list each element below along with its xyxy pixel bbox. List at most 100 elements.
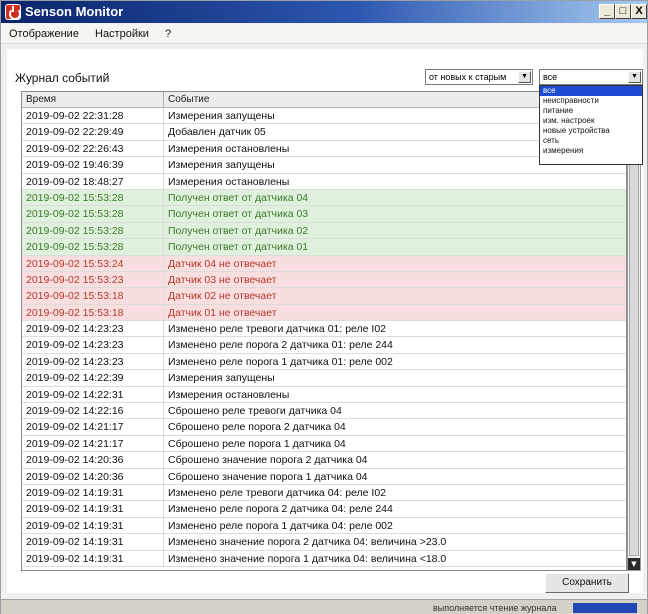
table-row[interactable]: 2019-09-02 14:22:31 Измерения остановлены [22, 386, 626, 404]
status-text: выполняется чтение журнала [433, 603, 557, 613]
filter-option[interactable]: новые устройства [540, 126, 642, 136]
menu-display[interactable]: Отображение [9, 28, 79, 40]
cell-divider [163, 419, 164, 435]
table-row[interactable]: 2019-09-02 14:19:31 Изменено реле порога … [22, 501, 626, 518]
filter-dropdown-list: все неисправности питание изм. настроек новы… [539, 85, 643, 165]
table-row[interactable]: 2019-09-02 14:23:23 Изменено реле порога … [22, 337, 626, 354]
cell-divider [163, 353, 164, 370]
cell-event: Добавлен датчик 05 [168, 126, 266, 139]
cell-time: 2019-09-02 14:19:31 [26, 519, 124, 532]
cell-time: 2019-09-02 14:21:17 [26, 437, 124, 450]
cell-divider [163, 140, 164, 157]
table-row[interactable]: 2019-09-02 14:19:31 Изменено реле порога … [22, 517, 626, 535]
table-row[interactable]: 2019-09-02 14:20:36 Сброшено значение пор… [22, 452, 626, 469]
table-row[interactable]: 2019-09-02 14:22:16 Сброшено реле тревоги… [22, 403, 626, 420]
cell-time: 2019-09-02 15:53:24 [26, 257, 124, 270]
cell-event: Сброшено значение порога 2 датчика 04 [168, 454, 368, 467]
cell-divider [163, 173, 164, 189]
cell-event: Измерения остановлены [168, 175, 290, 188]
cell-event: Получен ответ от датчика 03 [168, 208, 309, 221]
cell-event: Получен ответ от датчика 04 [168, 191, 309, 204]
progress-bar [573, 603, 637, 613]
table-row[interactable]: 2019-09-02 15:53:28 Получен ответ от датч… [22, 222, 626, 240]
maximize-button[interactable]: □ [615, 4, 631, 19]
cell-time: 2019-09-02 14:20:36 [26, 454, 124, 467]
filter-select[interactable]: все ▼ [539, 69, 643, 85]
cell-event: Датчик 03 не отвечает [168, 273, 277, 286]
column-header-time[interactable]: Время [26, 94, 56, 105]
cell-divider [163, 108, 164, 124]
cell-divider [163, 255, 164, 271]
cell-divider [163, 386, 164, 403]
title-bar[interactable]: Senson Monitor _ □ X [1, 1, 647, 23]
table-row[interactable]: 2019-09-02 18:48:27 Измерения остановлены [22, 173, 626, 190]
table-row[interactable]: 2019-09-02 14:19:31 Изменено значение пор… [22, 534, 626, 551]
order-select-value: от новых к старым [429, 72, 507, 82]
table-row[interactable]: 2019-09-02 14:19:31 Изменено реле тревоги… [22, 484, 626, 502]
column-header-event[interactable]: Событие [168, 94, 209, 105]
table-row[interactable]: 2019-09-02 14:20:36 Сброшено значение пор… [22, 468, 626, 485]
menu-settings[interactable]: Настройки [95, 28, 149, 40]
table-row[interactable]: 2019-09-02 15:53:28 Получен ответ от датч… [22, 189, 626, 207]
cell-event: Изменено реле порога 2 датчика 04: реле … [168, 503, 393, 516]
table-row[interactable]: 2019-09-02 19:46:39 Измерения запущены [22, 157, 626, 174]
filter-option[interactable]: измерения [540, 146, 642, 156]
table-row[interactable]: 2019-09-02 14:23:23 Изменено реле тревоги… [22, 321, 626, 338]
table-row[interactable]: 2019-09-02 14:23:23 Изменено реле порога … [22, 353, 626, 371]
cell-time: 2019-09-02 19:46:39 [26, 159, 124, 172]
arrow-down-icon[interactable]: ▼ [628, 558, 640, 570]
table-row[interactable]: 2019-09-02 14:21:17 Сброшено реле порога … [22, 419, 626, 436]
column-divider[interactable] [163, 92, 164, 108]
cell-time: 2019-09-02 15:53:28 [26, 241, 124, 254]
table-row[interactable]: 2019-09-02 22:29:49 Добавлен датчик 05 [22, 124, 626, 141]
filter-select-value: все [543, 72, 558, 82]
scroll-thumb[interactable] [629, 106, 639, 556]
table-row[interactable]: 2019-09-02 15:53:23 Датчик 03 не отвечает [22, 271, 626, 289]
cell-divider [163, 304, 164, 321]
cell-event: Получен ответ от датчика 01 [168, 241, 309, 254]
table-row[interactable]: 2019-09-02 15:53:28 Получен ответ от датч… [22, 239, 626, 256]
filter-option[interactable]: питание [540, 106, 642, 116]
order-select[interactable]: от новых к старым ▼ [425, 69, 533, 85]
journal-label: Журнал событий [15, 71, 110, 85]
table-row[interactable]: 2019-09-02 14:19:31 Изменено значение пор… [22, 550, 626, 567]
close-button[interactable]: X [631, 4, 647, 19]
minimize-button[interactable]: _ [599, 4, 615, 19]
table-row[interactable]: 2019-09-02 15:53:28 Получен ответ от датч… [22, 206, 626, 223]
filter-option[interactable]: сеть [540, 136, 642, 146]
cell-event: Сброшено значение порога 1 датчика 04 [168, 470, 368, 483]
cell-divider [163, 484, 164, 501]
cell-divider [163, 321, 164, 337]
cell-divider [163, 189, 164, 206]
cell-divider [163, 501, 164, 517]
cell-divider [163, 271, 164, 288]
table-row[interactable]: 2019-09-02 22:31:28 Измерения запущены [22, 108, 626, 125]
table-row[interactable]: 2019-09-02 22:26:43 Измерения остановлены [22, 140, 626, 158]
filter-option[interactable]: неисправности [540, 96, 642, 106]
chevron-down-icon[interactable]: ▼ [628, 71, 641, 83]
filter-option[interactable]: все [540, 86, 642, 96]
cell-event: Измерения запущены [168, 110, 275, 122]
cell-event: Изменено значение порога 1 датчика 04: в… [168, 552, 447, 565]
table-row[interactable]: 2019-09-02 15:53:18 Датчик 01 не отвечает [22, 304, 626, 322]
chevron-down-icon[interactable]: ▼ [518, 71, 531, 83]
cell-divider [163, 239, 164, 255]
table-row[interactable]: 2019-09-02 15:53:18 Датчик 02 не отвечает [22, 288, 626, 305]
cell-divider [163, 288, 164, 304]
cell-divider [163, 468, 164, 484]
save-button[interactable]: Сохранить [545, 573, 629, 593]
menu-help[interactable]: ? [165, 28, 171, 40]
cell-time: 2019-09-02 18:48:27 [26, 175, 124, 188]
cell-time: 2019-09-02 15:53:18 [26, 290, 124, 303]
cell-time: 2019-09-02 14:22:16 [26, 405, 124, 418]
cell-event: Датчик 01 не отвечает [168, 306, 277, 319]
filter-option[interactable]: изм. настроек [540, 116, 642, 126]
table-row[interactable]: 2019-09-02 14:21:17 Сброшено реле порога … [22, 435, 626, 453]
table-row[interactable]: 2019-09-02 14:22:39 Измерения запущены [22, 370, 626, 387]
table-row[interactable]: 2019-09-02 15:53:24 Датчик 04 не отвечает [22, 255, 626, 272]
cell-divider [163, 222, 164, 239]
cell-time: 2019-09-02 22:26:43 [26, 142, 124, 155]
cell-divider [163, 124, 164, 140]
cell-event: Изменено реле тревоги датчика 01: реле I… [168, 323, 387, 336]
cell-event: Получен ответ от датчика 02 [168, 224, 309, 237]
